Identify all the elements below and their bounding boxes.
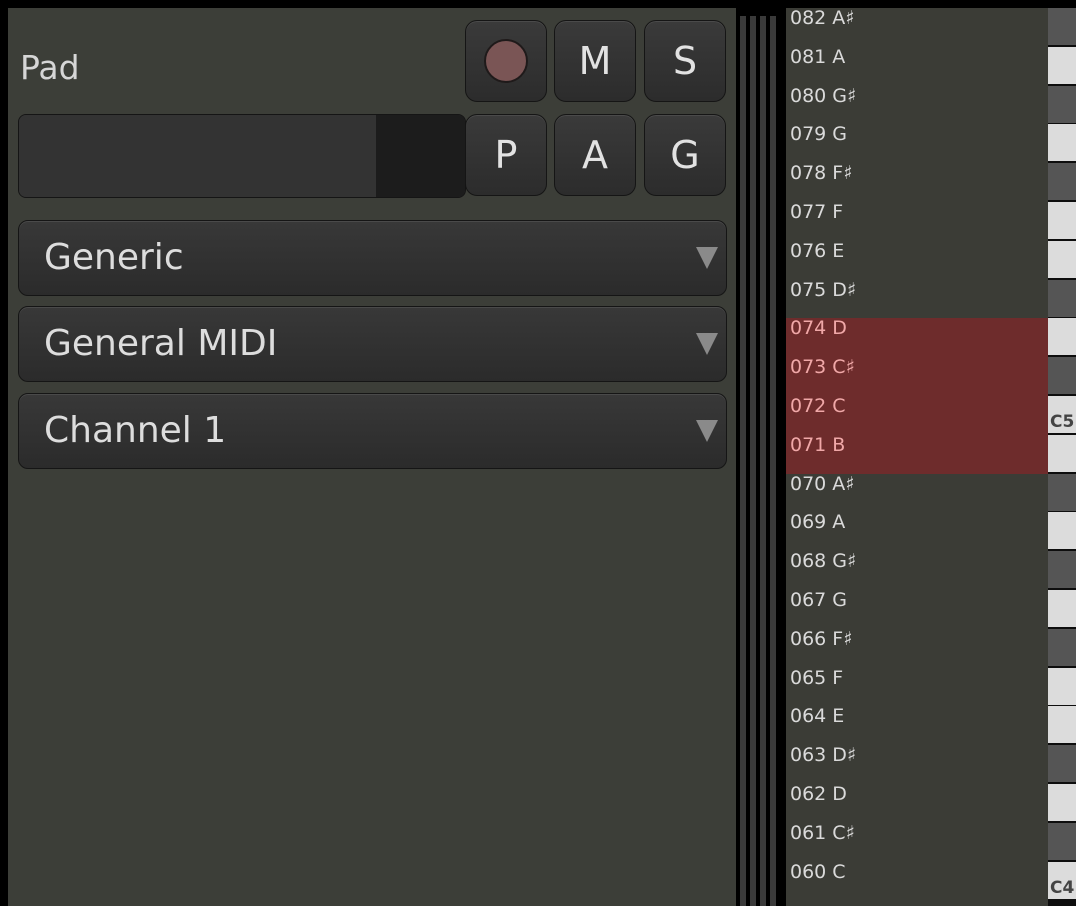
note-row[interactable]: 063 D♯: [786, 745, 1048, 784]
note-row[interactable]: 079 G: [786, 124, 1048, 163]
track-name[interactable]: Pad: [20, 48, 80, 88]
note-row[interactable]: 060 C: [786, 862, 1048, 901]
record-button[interactable]: [465, 20, 547, 102]
black-key[interactable]: [1048, 357, 1076, 394]
divider-bar: [740, 16, 746, 906]
white-key[interactable]: [1048, 124, 1076, 161]
playlist-button[interactable]: P: [465, 114, 547, 196]
divider-bar: [770, 16, 776, 906]
divider-bar: [760, 16, 766, 906]
white-key[interactable]: [1048, 784, 1076, 821]
note-row[interactable]: 066 F♯: [786, 629, 1048, 668]
pane-divider[interactable]: [736, 8, 784, 906]
instrument-mode-label: Generic: [44, 237, 184, 278]
instrument-mode-dropdown[interactable]: Generic: [18, 220, 727, 296]
midi-channel-dropdown[interactable]: Channel 1: [18, 393, 727, 469]
level-meter: [18, 114, 466, 198]
group-button[interactable]: G: [644, 114, 726, 196]
note-row[interactable]: 062 D: [786, 784, 1048, 823]
white-key[interactable]: [1048, 202, 1076, 239]
white-key[interactable]: [1048, 241, 1076, 278]
level-meter-empty: [375, 115, 465, 197]
note-row[interactable]: 074 D: [786, 318, 1048, 357]
patch-bank-label: General MIDI: [44, 323, 278, 364]
white-key[interactable]: C5: [1048, 396, 1076, 433]
note-row[interactable]: 061 C♯: [786, 823, 1048, 862]
note-row[interactable]: 077 F: [786, 202, 1048, 241]
white-key[interactable]: [1048, 318, 1076, 355]
note-row[interactable]: 075 D♯: [786, 280, 1048, 319]
dropdown-arrow-icon: [696, 420, 718, 442]
note-row[interactable]: 078 F♯: [786, 163, 1048, 202]
black-key[interactable]: [1048, 280, 1076, 317]
level-meter-fill: [19, 115, 377, 197]
note-row[interactable]: 070 A♯: [786, 474, 1048, 513]
patch-bank-dropdown[interactable]: General MIDI: [18, 306, 727, 382]
note-ruler[interactable]: 082 A♯ 081 A 080 G♯ 079 G 078 F♯ 077 F 076 E 07…: [786, 8, 1048, 906]
note-row[interactable]: 064 E: [786, 706, 1048, 745]
note-row[interactable]: 071 B: [786, 435, 1048, 474]
note-row[interactable]: 080 G♯: [786, 86, 1048, 125]
white-key[interactable]: [1048, 590, 1076, 627]
automation-button[interactable]: A: [554, 114, 636, 196]
note-row[interactable]: 069 A: [786, 512, 1048, 551]
note-row[interactable]: 081 A: [786, 47, 1048, 86]
octave-label: C4: [1050, 878, 1075, 898]
piano-keyboard[interactable]: C5 C4: [1048, 8, 1076, 906]
record-icon: [484, 39, 528, 83]
white-key[interactable]: [1048, 47, 1076, 84]
note-row[interactable]: 068 G♯: [786, 551, 1048, 590]
note-row[interactable]: 073 C♯: [786, 357, 1048, 396]
note-row[interactable]: 067 G: [786, 590, 1048, 629]
black-key[interactable]: [1048, 551, 1076, 588]
white-key[interactable]: C4: [1048, 862, 1076, 899]
black-key[interactable]: [1048, 629, 1076, 666]
divider-bar: [750, 16, 756, 906]
black-key[interactable]: [1048, 86, 1076, 123]
note-row[interactable]: 076 E: [786, 241, 1048, 280]
black-key[interactable]: [1048, 163, 1076, 200]
white-key[interactable]: [1048, 668, 1076, 705]
white-key[interactable]: [1048, 512, 1076, 549]
note-row[interactable]: 065 F: [786, 668, 1048, 707]
solo-button[interactable]: S: [644, 20, 726, 102]
midi-channel-label: Channel 1: [44, 410, 227, 451]
black-key[interactable]: [1048, 474, 1076, 511]
dropdown-arrow-icon: [696, 247, 718, 269]
white-key[interactable]: [1048, 435, 1076, 472]
note-row[interactable]: 072 C: [786, 396, 1048, 435]
mute-button[interactable]: M: [554, 20, 636, 102]
black-key[interactable]: [1048, 823, 1076, 860]
note-row[interactable]: 082 A♯: [786, 8, 1048, 47]
octave-label: C5: [1050, 412, 1075, 432]
black-key[interactable]: [1048, 745, 1076, 782]
track-header-panel: Pad M S P A G Generic General MIDI Chann…: [8, 8, 736, 906]
dropdown-arrow-icon: [696, 333, 718, 355]
white-key[interactable]: [1048, 706, 1076, 743]
midi-track-editor: Pad M S P A G Generic General MIDI Chann…: [0, 0, 1076, 906]
black-key[interactable]: [1048, 8, 1076, 45]
